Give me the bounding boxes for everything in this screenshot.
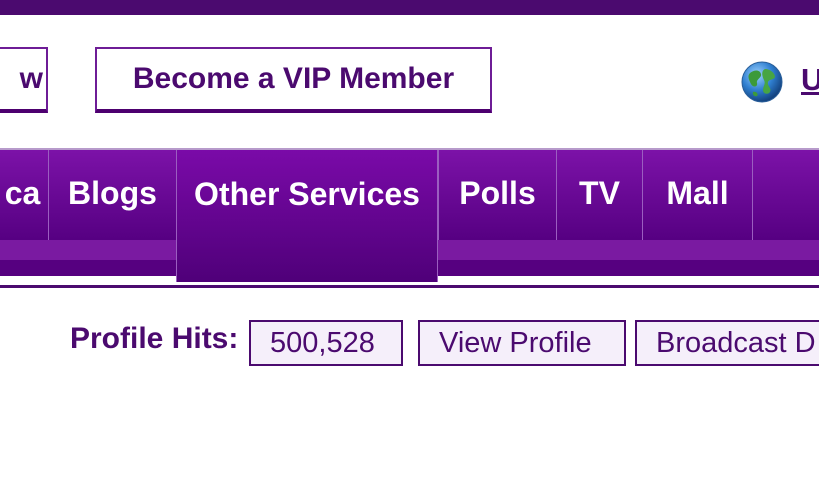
nav-tab-polls[interactable]: Polls (438, 150, 556, 240)
nav-tab-partial[interactable]: ca (0, 150, 48, 240)
vip-button-label: Become a VIP Member (132, 62, 455, 95)
header-button-partial[interactable]: w (0, 47, 48, 113)
become-vip-member-button[interactable]: Become a VIP Member (95, 47, 492, 113)
nav-tab-partial-right[interactable] (752, 150, 819, 240)
header-partial-link[interactable]: U (801, 62, 819, 98)
view-profile-label: View Profile (439, 327, 592, 359)
globe-icon[interactable] (741, 61, 783, 103)
nav-tab-other-services[interactable]: Other Services (176, 150, 438, 282)
nav-tab-mall-label: Mall (666, 175, 729, 211)
top-banner-bar (0, 0, 819, 15)
nav-tab-blogs[interactable]: Blogs (48, 150, 176, 240)
nav-tab-tv[interactable]: TV (556, 150, 642, 240)
view-profile-button[interactable]: View Profile (418, 320, 626, 366)
nav-bottom-divider (0, 285, 819, 288)
profile-hits-value: 500,528 (270, 327, 375, 359)
nav-tab-mall[interactable]: Mall (642, 150, 752, 240)
nav-tab-partial-label: ca (4, 175, 41, 211)
header-button-partial-label: w (19, 62, 43, 95)
profile-hits-label: Profile Hits: (70, 322, 239, 355)
broadcast-button[interactable]: Broadcast D (635, 320, 819, 366)
nav-tab-other-services-label: Other Services (194, 176, 420, 212)
main-navigation: ca Blogs Other Services Polls TV Mall (0, 150, 819, 282)
broadcast-label: Broadcast D (656, 327, 816, 359)
nav-tab-tv-label: TV (579, 175, 620, 211)
profile-hits-value-box: 500,528 (249, 320, 403, 366)
nav-tab-blogs-label: Blogs (68, 175, 157, 211)
nav-tab-polls-label: Polls (459, 175, 536, 211)
